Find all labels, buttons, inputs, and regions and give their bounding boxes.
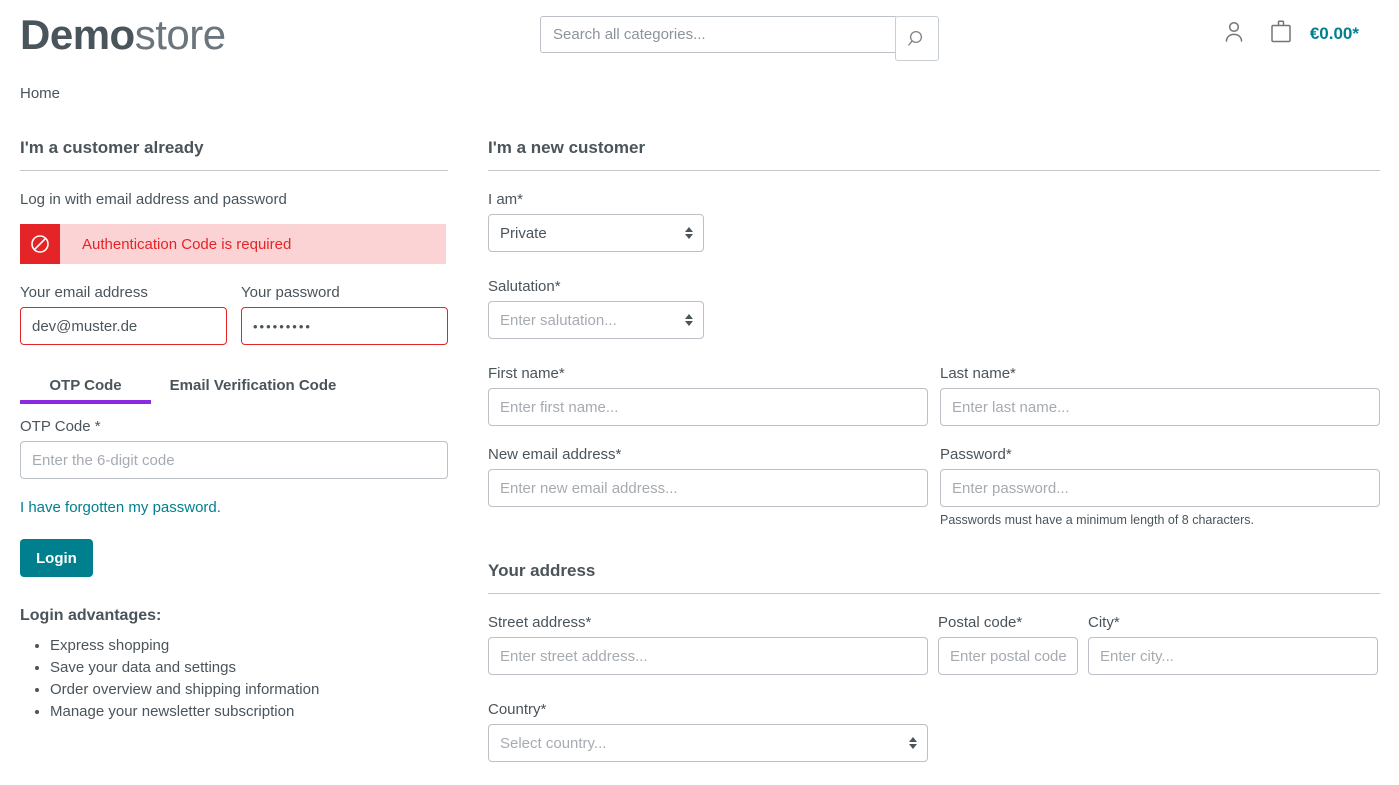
forgot-password-link[interactable]: I have forgotten my password. (20, 499, 221, 516)
site-logo[interactable]: Demostore (20, 10, 226, 60)
postal-label: Postal code* (938, 614, 1023, 631)
last-name-label: Last name* (940, 365, 1016, 382)
shopping-bag-icon (1268, 18, 1294, 49)
breadcrumb-home[interactable]: Home (20, 85, 60, 102)
email-label: Your email address (20, 284, 148, 301)
postal-input[interactable] (938, 637, 1078, 675)
street-label: Street address* (488, 614, 592, 631)
site-header: Demostore Search all categories... €0.00… (0, 0, 1399, 70)
logo-text-light: store (134, 11, 226, 58)
list-item: Order overview and shipping information (50, 679, 448, 701)
login-button[interactable]: Login (20, 539, 93, 577)
register-section: I'm a new customer I am* Private Salutat… (488, 138, 1380, 762)
search-input[interactable] (540, 16, 898, 53)
iam-select[interactable]: Private (488, 214, 704, 252)
salutation-field-group: Salutation* Enter salutation... (488, 278, 1380, 339)
last-name-input[interactable] (940, 388, 1380, 426)
new-email-label: New email address* (488, 446, 622, 463)
salutation-select-wrapper: Enter salutation... (488, 301, 704, 339)
account-button[interactable] (1222, 19, 1246, 48)
postal-field-group: Postal code* (938, 614, 1078, 675)
new-email-input[interactable] (488, 469, 928, 507)
cart-button[interactable] (1268, 18, 1294, 49)
name-row: First name* Last name* (488, 365, 1380, 426)
city-field-group: City* (1088, 614, 1378, 675)
login-title: I'm a customer already (20, 138, 204, 157)
login-section: I'm a customer already Log in with email… (20, 138, 448, 723)
tab-otp-code[interactable]: OTP Code (20, 371, 151, 404)
address-title-divider (488, 593, 1380, 594)
error-alert-message: Authentication Code is required (60, 224, 446, 264)
header-actions: €0.00* (1222, 18, 1359, 49)
login-advantages-title: Login advantages: (20, 607, 162, 624)
new-password-label: Password* (940, 446, 1012, 463)
new-password-input[interactable] (940, 469, 1380, 507)
list-item: Save your data and settings (50, 657, 448, 679)
password-help-text: Passwords must have a minimum length of … (940, 513, 1255, 527)
otp-label: OTP Code * (20, 418, 101, 435)
first-name-label: First name* (488, 365, 565, 382)
auth-method-tabs: OTP Code Email Verification Code (20, 371, 448, 404)
email-input[interactable] (20, 307, 227, 345)
city-label: City* (1088, 614, 1120, 631)
iam-select-wrapper: Private (488, 214, 704, 252)
address-row: Street address* Postal code* City* (488, 614, 1380, 675)
email-field-group: Your email address (20, 284, 227, 345)
search-icon (907, 29, 927, 49)
tab-email-verification-code[interactable]: Email Verification Code (153, 371, 353, 404)
city-input[interactable] (1088, 637, 1378, 675)
iam-field-group: I am* Private (488, 191, 1380, 252)
first-name-field-group: First name* (488, 365, 928, 426)
last-name-field-group: Last name* (940, 365, 1380, 426)
street-field-group: Street address* (488, 614, 928, 675)
country-field-group: Country* Select country... (488, 701, 1380, 762)
address-title: Your address (488, 561, 596, 580)
country-select[interactable]: Select country... (488, 724, 928, 762)
user-icon (1222, 19, 1246, 48)
country-label: Country* (488, 701, 547, 718)
country-select-wrapper: Select country... (488, 724, 928, 762)
search-button[interactable] (895, 16, 939, 61)
register-title: I'm a new customer (488, 138, 646, 157)
page-root: Demostore Search all categories... €0.00… (0, 0, 1399, 785)
new-password-field-group: Password* Passwords must have a minimum … (940, 446, 1380, 527)
login-subtitle: Log in with email address and password (20, 191, 287, 208)
search-bar (540, 16, 939, 61)
account-row: New email address* Password* Passwords m… (488, 446, 1380, 527)
new-email-field-group: New email address* (488, 446, 928, 527)
cart-total: €0.00* (1309, 23, 1359, 43)
otp-field-group: OTP Code * (20, 418, 448, 479)
login-title-divider (20, 170, 448, 171)
list-item: Manage your newsletter subscription (50, 701, 448, 723)
password-label: Your password (241, 284, 340, 301)
salutation-label: Salutation* (488, 278, 561, 295)
credentials-row: Your email address Your password (20, 284, 448, 345)
street-input[interactable] (488, 637, 928, 675)
breadcrumb: Home (20, 85, 60, 102)
prohibited-icon (20, 224, 60, 264)
error-alert: Authentication Code is required (20, 224, 446, 264)
iam-label: I am* (488, 191, 524, 208)
otp-input[interactable] (20, 441, 448, 479)
login-advantages-list: Express shopping Save your data and sett… (20, 635, 448, 723)
first-name-input[interactable] (488, 388, 928, 426)
list-item: Express shopping (50, 635, 448, 657)
salutation-select[interactable]: Enter salutation... (488, 301, 704, 339)
password-input[interactable] (241, 307, 448, 345)
password-field-group: Your password (241, 284, 448, 345)
register-title-divider (488, 170, 1380, 171)
logo-text-bold: Demo (20, 11, 135, 58)
